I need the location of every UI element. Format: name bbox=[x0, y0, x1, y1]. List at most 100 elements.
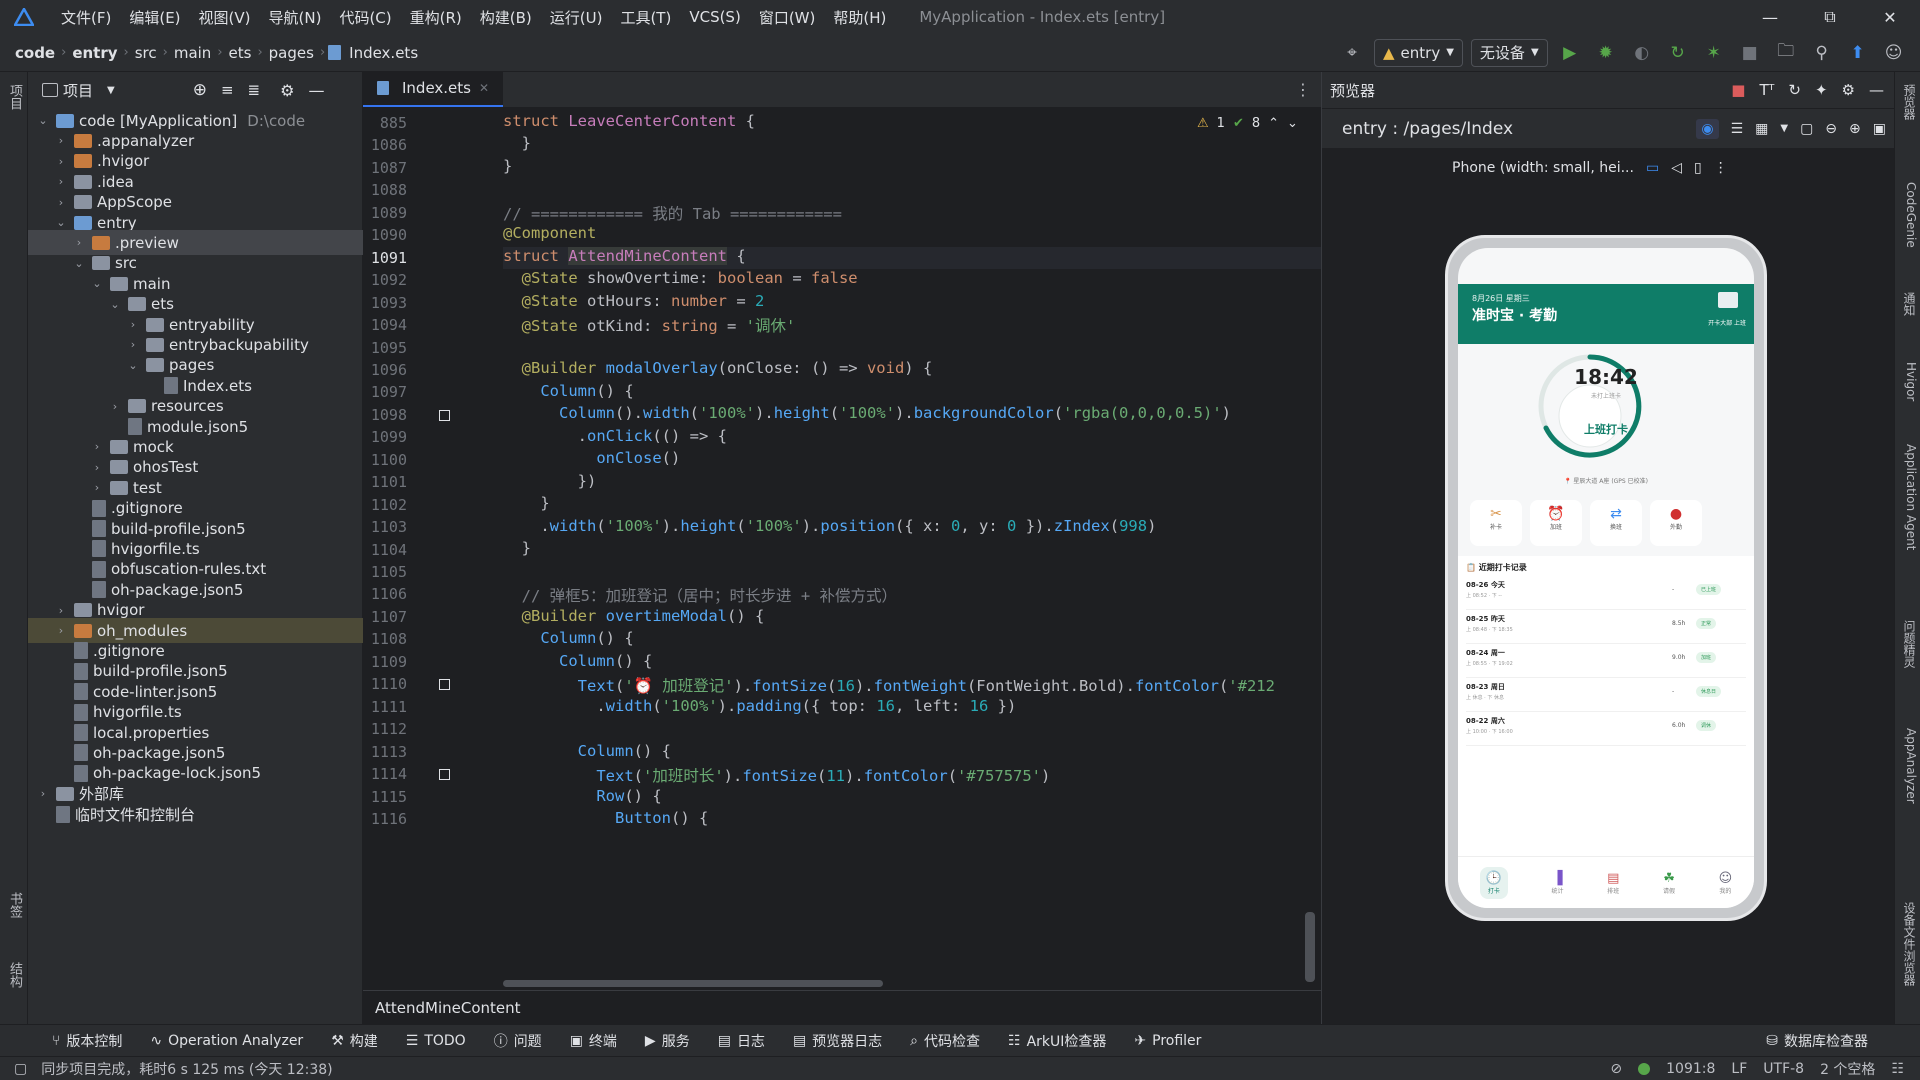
chevron-down-icon[interactable]: ⌄ bbox=[108, 298, 122, 311]
bookmarks-tool-tab[interactable]: 书签 bbox=[4, 892, 24, 918]
breadcrumb-main[interactable]: main bbox=[171, 44, 214, 62]
record-row[interactable]: 08-23 周日上 休息 · 下 休息 - 休息日 bbox=[1466, 680, 1746, 712]
device-frame-icon[interactable]: ▭ bbox=[1646, 160, 1659, 176]
project-structure-icon[interactable]: 🗀 bbox=[1772, 39, 1800, 67]
problems-tab[interactable]: ⓘ 问题 bbox=[482, 1031, 554, 1051]
profiler-tab[interactable]: ✈ Profiler bbox=[1122, 1033, 1213, 1049]
chevron-up-icon[interactable]: ⌃ bbox=[1268, 116, 1279, 131]
inspection-widget[interactable]: ⚠ 1 ✔ 8 ⌃ ⌄ bbox=[1197, 116, 1298, 131]
menu-refactor[interactable]: 重构(R) bbox=[401, 7, 471, 28]
build-tab[interactable]: ⚒ 构建 bbox=[319, 1031, 390, 1051]
breadcrumb-code[interactable]: code bbox=[12, 44, 58, 62]
breadcrumb-entry[interactable]: entry bbox=[69, 44, 120, 62]
rotate-icon[interactable]: ◁ bbox=[1671, 160, 1682, 176]
refresh-icon[interactable]: ↻ bbox=[1788, 81, 1801, 99]
chevron-right-icon[interactable]: › bbox=[90, 481, 104, 494]
notifications-tool-tab[interactable]: 通知 bbox=[1898, 292, 1918, 316]
status-indicator-icon[interactable] bbox=[1638, 1062, 1651, 1075]
panel-toggle-icon[interactable]: ▢ bbox=[14, 1061, 27, 1077]
device-selector[interactable]: 无设备 ▼ bbox=[1470, 38, 1548, 67]
restore-icon[interactable]: ⧉ bbox=[1800, 0, 1860, 34]
previewer-log-tab[interactable]: ▤ 预览器日志 bbox=[781, 1031, 894, 1051]
line-separator[interactable]: LF bbox=[1731, 1061, 1747, 1077]
zoom-in-icon[interactable]: ⊕ bbox=[1849, 121, 1861, 137]
previewer-tool-tab[interactable]: 预览器 bbox=[1898, 84, 1918, 120]
application-agent-tool-tab[interactable]: Application Agent bbox=[1898, 444, 1918, 550]
menu-build[interactable]: 构建(B) bbox=[471, 7, 541, 28]
profile-icon[interactable]: ✶ bbox=[1700, 39, 1728, 67]
multi-device-icon[interactable]: ▯ bbox=[1694, 160, 1702, 176]
code-structure-breadcrumb[interactable]: AttendMineContent bbox=[363, 990, 1321, 1024]
appanalyzer-tool-tab[interactable]: AppAnalyzer bbox=[1898, 728, 1918, 804]
cursor-position[interactable]: 1091:8 bbox=[1666, 1061, 1715, 1077]
record-row[interactable]: 08-22 周六上 10:00 · 下 16:00 6.0h 调休 bbox=[1466, 714, 1746, 746]
chevron-right-icon[interactable]: › bbox=[54, 604, 68, 617]
gear-icon[interactable]: ⚙ bbox=[280, 81, 294, 100]
log-tab[interactable]: ▤ 日志 bbox=[706, 1031, 777, 1051]
view-toggle-icon[interactable]: ◉ bbox=[1696, 118, 1719, 139]
context-label[interactable]: AttendMineContent bbox=[375, 999, 521, 1017]
hide-panel-icon[interactable]: — bbox=[1869, 81, 1884, 99]
operation-analyzer-tab[interactable]: ∿ Operation Analyzer bbox=[138, 1033, 315, 1049]
arkui-inspector-tab[interactable]: ☷ ArkUI检查器 bbox=[996, 1031, 1118, 1051]
chevron-right-icon[interactable]: › bbox=[54, 175, 68, 188]
nav-schedule[interactable]: ▤ 排班 bbox=[1607, 871, 1619, 895]
chevron-down-icon[interactable]: ⌄ bbox=[72, 257, 86, 270]
indent-setting[interactable]: 2 个空格 bbox=[1820, 1059, 1875, 1079]
printer-icon[interactable] bbox=[1718, 292, 1738, 308]
minimize-icon[interactable]: — bbox=[1740, 0, 1800, 34]
quick-action-overtime[interactable]: ⏰ 加班 bbox=[1530, 500, 1582, 546]
device-name[interactable]: Phone (width: small, hei... bbox=[1452, 160, 1634, 176]
menu-vcs[interactable]: VCS(S) bbox=[680, 8, 749, 26]
font-size-icon[interactable]: Tᵀ bbox=[1759, 81, 1774, 99]
terminal-tab[interactable]: ▣ 终端 bbox=[558, 1031, 629, 1051]
hide-panel-icon[interactable]: — bbox=[308, 81, 324, 100]
search-icon[interactable]: ⚲ bbox=[1808, 39, 1836, 67]
debug-icon[interactable]: ✹ bbox=[1592, 39, 1620, 67]
layers-icon[interactable]: ☰ bbox=[1731, 121, 1744, 137]
device-file-browser-tool-tab[interactable]: 设备文件浏览器 bbox=[1898, 902, 1918, 986]
project-panel-title[interactable]: 项目 bbox=[63, 80, 93, 101]
menu-file[interactable]: 文件(F) bbox=[52, 7, 120, 28]
code-inspection-tab[interactable]: ⌕ 代码检查 bbox=[898, 1031, 992, 1051]
nav-punch[interactable]: 🕒 打卡 bbox=[1479, 866, 1508, 899]
menu-view[interactable]: 视图(V) bbox=[190, 7, 260, 28]
status-message[interactable]: 同步项目完成，耗时6 s 125 ms (今天 12:38) bbox=[41, 1059, 332, 1079]
vertical-scrollbar[interactable] bbox=[1305, 912, 1315, 982]
chevron-right-icon[interactable]: › bbox=[54, 134, 68, 147]
zoom-out-icon[interactable]: ⊖ bbox=[1825, 121, 1837, 137]
todo-tab[interactable]: ☰ TODO bbox=[394, 1033, 478, 1049]
chevron-down-icon[interactable]: ⌄ bbox=[1287, 116, 1298, 131]
chevron-down-icon[interactable]: ⌄ bbox=[54, 216, 68, 229]
close-tab-icon[interactable]: ✕ bbox=[479, 81, 489, 95]
menu-help[interactable]: 帮助(H) bbox=[824, 7, 895, 28]
punch-in-button[interactable]: 上班打卡 bbox=[1458, 421, 1754, 437]
account-icon[interactable]: ☺ bbox=[1880, 39, 1908, 67]
nav-stats[interactable]: ▐ 统计 bbox=[1552, 871, 1564, 895]
code-area[interactable]: struct LeaveCenterContent { } } // =====… bbox=[503, 108, 1321, 990]
target-icon[interactable]: ⌖ bbox=[1338, 39, 1366, 67]
chevron-right-icon[interactable]: › bbox=[54, 624, 68, 637]
grid-icon[interactable]: ▦ bbox=[1755, 121, 1768, 137]
fit-icon[interactable]: ▣ bbox=[1873, 121, 1886, 137]
breadcrumb-index-file[interactable]: Index.ets bbox=[346, 44, 421, 62]
more-options-icon[interactable]: ⋮ bbox=[1295, 80, 1311, 99]
more-options-icon[interactable]: ⋮ bbox=[1714, 160, 1728, 176]
chevron-down-icon[interactable]: ▼ bbox=[107, 85, 115, 96]
record-row[interactable]: 08-26 今天上 08:52 · 下 -- - 已上班 bbox=[1466, 578, 1746, 610]
record-row[interactable]: 08-25 昨天上 08:48 · 下 18:35 8.5h 正常 bbox=[1466, 612, 1746, 644]
breadcrumb-pages[interactable]: pages bbox=[266, 44, 317, 62]
structure-tool-tab[interactable]: 结构 bbox=[4, 962, 24, 988]
chevron-down-icon[interactable]: ⌄ bbox=[90, 277, 104, 290]
breakpoint-marker[interactable] bbox=[439, 769, 450, 781]
project-tool-tab[interactable]: 项目 bbox=[4, 84, 24, 110]
chevron-right-icon[interactable]: › bbox=[54, 155, 68, 168]
database-inspector-tab[interactable]: ⛁ 数据库检查器 bbox=[1754, 1031, 1880, 1051]
quick-action-repair[interactable]: ✂ 补卡 bbox=[1470, 500, 1522, 546]
inspector-icon[interactable]: ✦ bbox=[1815, 81, 1828, 99]
breakpoint-marker[interactable] bbox=[439, 679, 450, 691]
chevron-right-icon[interactable]: › bbox=[90, 440, 104, 453]
menu-run[interactable]: 运行(U) bbox=[541, 7, 612, 28]
chevron-down-icon[interactable]: ⌄ bbox=[36, 114, 50, 127]
collapse-all-icon[interactable]: ≣ bbox=[248, 81, 261, 99]
